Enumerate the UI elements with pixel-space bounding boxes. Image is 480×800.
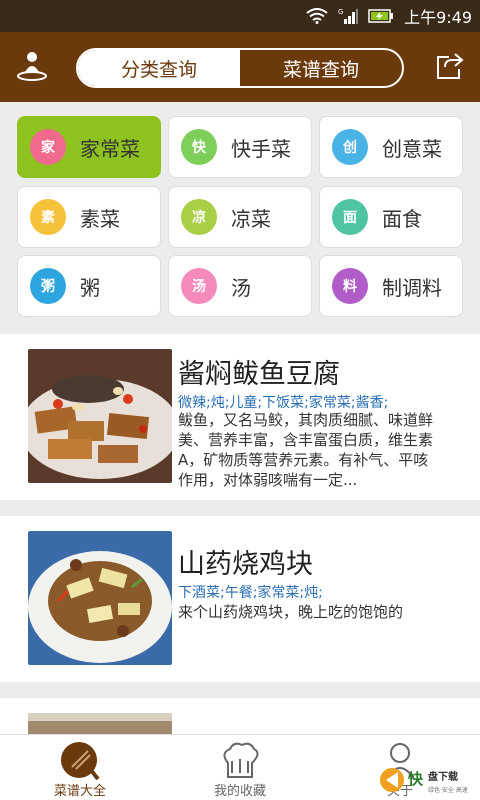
query-mode-toggle: 分类查询 菜谱查询 <box>76 48 404 88</box>
category-label: 制调料 <box>382 275 442 300</box>
recipe-book-icon <box>58 739 102 783</box>
category-vegetarian[interactable]: 素 素菜 <box>17 186 161 248</box>
category-icon: 创 <box>332 129 368 165</box>
app-header: 分类查询 菜谱查询 <box>0 32 480 102</box>
category-soup[interactable]: 汤 汤 <box>168 255 312 317</box>
clock: 上午9:49 <box>404 8 472 27</box>
category-label: 素菜 <box>80 206 120 231</box>
recipe-title: 酱焖鲅鱼豆腐 <box>178 359 340 390</box>
recipe-description: 来个山药烧鸡块，晚上吃的饱饱的 <box>178 603 404 621</box>
recipe-image <box>28 531 172 665</box>
share-button[interactable] <box>432 50 468 86</box>
svg-text:绿色·安全·高速: 绿色·安全·高速 <box>428 786 468 794</box>
category-cold-dishes[interactable]: 凉 凉菜 <box>168 186 312 248</box>
category-icon: 粥 <box>30 268 66 304</box>
user-button[interactable] <box>12 48 52 88</box>
recipe-title: 山药烧鸡块 <box>178 549 313 580</box>
recipe-card[interactable]: 酱焖鲅鱼豆腐 微辣;炖;儿童;下饭菜;家常菜;酱香; 鲅鱼，又名马鲛，其肉质细腻… <box>0 334 480 500</box>
category-label: 凉菜 <box>231 206 271 231</box>
nav-favorites[interactable]: 我的收藏 <box>160 735 320 800</box>
svg-text:盘下载: 盘下载 <box>428 770 458 783</box>
signal-icon: G <box>338 7 359 25</box>
recipe-card[interactable] <box>0 698 480 734</box>
category-noodles-pastry[interactable]: 面 面食 <box>319 186 463 248</box>
category-label: 家常菜 <box>80 136 140 161</box>
category-icon: 料 <box>332 268 368 304</box>
battery-charging-icon <box>368 8 394 24</box>
category-label: 快手菜 <box>231 136 291 161</box>
wifi-icon <box>306 8 328 24</box>
category-creative-dishes[interactable]: 创 创意菜 <box>319 116 463 178</box>
user-icon <box>14 48 50 88</box>
recipe-list: 酱焖鲅鱼豆腐 微辣;炖;儿童;下饭菜;家常菜;酱香; 鲅鱼，又名马鲛，其肉质细腻… <box>0 334 480 734</box>
category-label: 创意菜 <box>382 136 442 161</box>
status-bar: G 上午9:49 <box>0 0 480 32</box>
svg-text:G: G <box>338 8 343 16</box>
category-label: 粥 <box>80 275 100 300</box>
category-porridge[interactable]: 粥 粥 <box>17 255 161 317</box>
category-home-cooking[interactable]: 家 家常菜 <box>17 116 161 178</box>
category-icon: 凉 <box>181 199 217 235</box>
category-icon: 素 <box>30 199 66 235</box>
recipe-card[interactable]: 山药烧鸡块 下酒菜;午餐;家常菜;炖; 来个山药烧鸡块，晚上吃的饱饱的 <box>0 516 480 682</box>
category-label: 汤 <box>231 275 251 300</box>
recipe-tags: 微辣;炖;儿童;下饭菜;家常菜;酱香; <box>178 395 389 411</box>
category-quick-dishes[interactable]: 快 快手菜 <box>168 116 312 178</box>
svg-text:快: 快 <box>408 770 424 788</box>
recipe-description: 鲅鱼，又名马鲛，其肉质细腻、味道鲜美、营养丰富，含丰富蛋白质，维生素A，矿物质等… <box>178 411 434 489</box>
category-icon: 家 <box>30 129 66 165</box>
category-grid: 家 家常菜 快 快手菜 创 创意菜 素 素菜 凉 凉菜 面 面食 粥 粥 汤 汤… <box>0 102 480 334</box>
watermark-logo: 快 盘下载 绿色·安全·高速 <box>378 762 476 798</box>
recipe-image <box>28 349 172 483</box>
category-seasonings[interactable]: 料 制调料 <box>319 255 463 317</box>
nav-recipes[interactable]: 菜谱大全 <box>0 735 160 800</box>
category-label: 面食 <box>382 206 422 231</box>
recipe-tags: 下酒菜;午餐;家常菜;炖; <box>178 585 323 601</box>
share-icon <box>435 51 465 85</box>
tab-category-query[interactable]: 分类查询 <box>78 50 240 86</box>
category-icon: 汤 <box>181 268 217 304</box>
category-icon: 快 <box>181 129 217 165</box>
tab-recipe-query[interactable]: 菜谱查询 <box>240 50 402 86</box>
chef-hat-icon <box>218 739 262 783</box>
category-icon: 面 <box>332 199 368 235</box>
recipe-image <box>28 713 172 734</box>
